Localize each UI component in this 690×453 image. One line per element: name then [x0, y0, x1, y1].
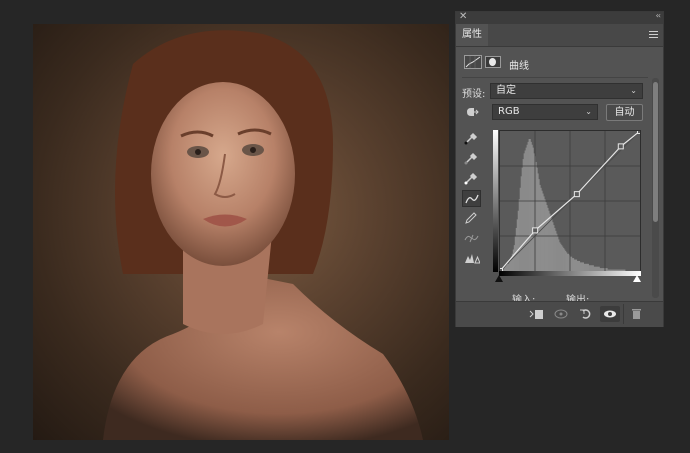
curve-control-point [532, 227, 539, 234]
black-point-slider[interactable] [495, 275, 503, 282]
divider [623, 304, 624, 324]
curves-adjustment-icon[interactable] [464, 55, 482, 69]
target-adjust-icon[interactable] [462, 104, 481, 121]
gray-eyedropper-icon[interactable] [462, 150, 481, 167]
chevron-down-icon: ⌄ [630, 86, 637, 95]
channel-select[interactable]: RGB ⌄ [492, 104, 598, 120]
portrait-image [103, 30, 423, 440]
document-canvas-photo[interactable] [33, 24, 449, 440]
trash-icon[interactable] [626, 306, 646, 322]
output-gradient-bar [493, 130, 498, 272]
panel-menu-icon[interactable] [649, 31, 658, 38]
close-icon[interactable]: ✕ [459, 11, 467, 22]
adjustment-title: 曲线 [509, 61, 529, 72]
panel-bottom-bar [456, 301, 663, 327]
panel-titlebar: ✕ ‹‹ [456, 11, 663, 24]
curve-control-point [637, 128, 643, 134]
layer-mask-icon[interactable] [485, 56, 501, 68]
properties-panel: ✕ ‹‹ 属性 曲线 预设: 自定 ⌄ RGB ⌄ 自动 [455, 11, 664, 327]
curve-control-point [573, 191, 580, 198]
auto-button[interactable]: 自动 [606, 104, 643, 121]
scrollbar-thumb[interactable] [653, 82, 658, 222]
curve-control-point [617, 143, 624, 150]
divider [462, 77, 648, 78]
view-previous-icon[interactable] [551, 306, 571, 322]
input-gradient-bar [499, 271, 641, 276]
white-point-slider[interactable] [633, 275, 641, 282]
collapse-icon[interactable]: ‹‹ [656, 11, 662, 20]
visibility-eye-icon[interactable] [600, 306, 620, 322]
curves-graph[interactable] [497, 128, 643, 274]
channel-value: RGB [498, 106, 520, 117]
pencil-icon[interactable] [462, 210, 481, 227]
tab-properties[interactable]: 属性 [456, 24, 488, 46]
preset-label: 预设: [462, 89, 486, 100]
white-eyedropper-icon[interactable] [462, 170, 481, 187]
preset-select[interactable]: 自定 ⌄ [490, 83, 643, 99]
reset-icon[interactable] [576, 306, 596, 322]
black-eyedropper-icon[interactable] [462, 130, 481, 147]
curve-points-icon[interactable] [462, 190, 481, 207]
panel-tab-row: 属性 [456, 24, 663, 47]
curve-plot[interactable] [497, 128, 643, 274]
preset-value: 自定 [496, 85, 516, 96]
clipping-warning-icon[interactable] [462, 250, 481, 267]
clip-to-layer-icon[interactable] [526, 306, 546, 322]
smooth-icon[interactable] [462, 230, 481, 247]
chevron-down-icon: ⌄ [585, 107, 592, 116]
